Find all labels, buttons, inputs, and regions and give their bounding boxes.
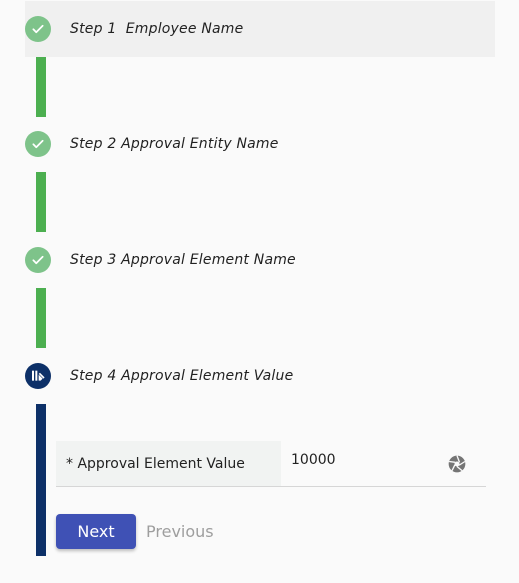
step-1-check-icon bbox=[25, 16, 51, 42]
step-2-header[interactable]: Step 2 Approval Entity Name bbox=[25, 116, 495, 172]
step-1-label: Step 1 Employee Name bbox=[70, 21, 244, 37]
step-3-label: Step 3 Approval Element Name bbox=[70, 252, 296, 268]
step-3-header[interactable]: Step 3 Approval Element Name bbox=[25, 232, 495, 288]
approval-element-value-field: * Approval Element Value bbox=[56, 441, 486, 487]
step-4-edit-icon bbox=[25, 363, 51, 389]
step-3-connector bbox=[36, 288, 46, 348]
step-1-connector bbox=[36, 57, 46, 117]
step-2-check-icon bbox=[25, 131, 51, 157]
step-1-header[interactable]: Step 1 Employee Name bbox=[25, 1, 495, 57]
approval-element-value-input[interactable] bbox=[291, 452, 431, 468]
step-2-label: Step 2 Approval Entity Name bbox=[70, 136, 279, 152]
step-4-connector bbox=[36, 404, 46, 556]
step-4-label: Step 4 Approval Element Value bbox=[70, 368, 294, 384]
step-4-header[interactable]: Step 4 Approval Element Value bbox=[25, 348, 495, 404]
step-3-check-icon bbox=[25, 247, 51, 273]
approval-element-value-label: * Approval Element Value bbox=[56, 441, 281, 486]
step-2-connector bbox=[36, 172, 46, 232]
aperture-icon[interactable] bbox=[446, 453, 468, 475]
previous-button[interactable]: Previous bbox=[146, 514, 214, 549]
next-button[interactable]: Next bbox=[56, 514, 136, 549]
